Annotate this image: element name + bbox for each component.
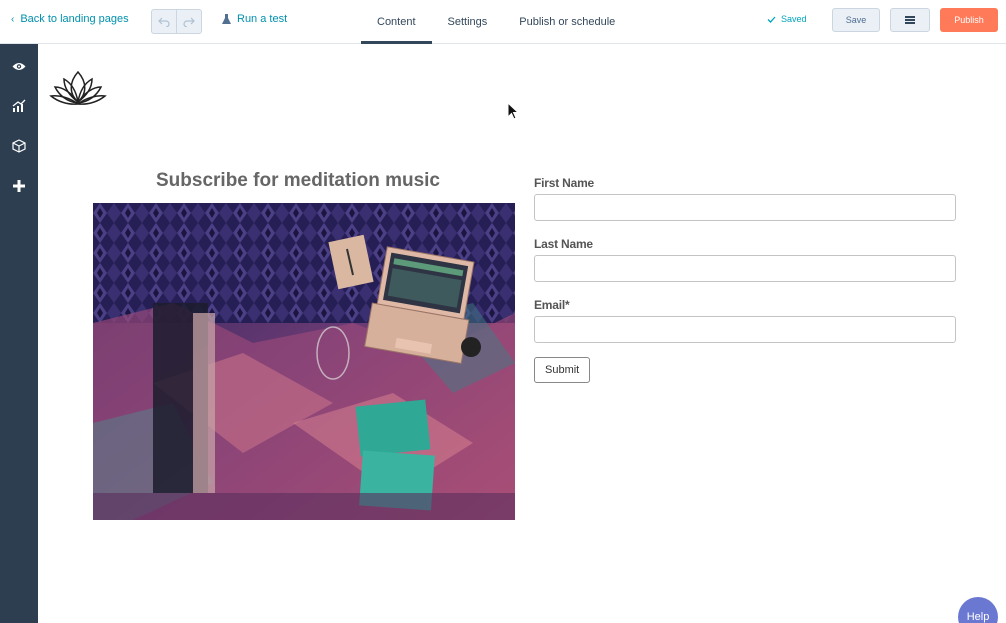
optimize-button[interactable] [0, 88, 38, 124]
saved-status: Saved [767, 14, 807, 24]
meditation-hero-image[interactable] [93, 203, 515, 520]
undo-redo-group [151, 9, 202, 34]
chevron-left-icon: ‹ [11, 13, 15, 25]
editor-tabs: Content Settings Publish or schedule [361, 0, 631, 44]
analytics-icon [12, 99, 26, 112]
editor-toolbar: ‹ Back to landing pages Run a test Conte… [0, 0, 1006, 44]
plus-icon [13, 180, 25, 192]
redo-icon [183, 17, 195, 27]
eye-icon [12, 62, 26, 70]
save-button[interactable]: Save [832, 8, 880, 32]
run-test-label: Run a test [237, 13, 288, 25]
publish-button[interactable]: Publish [940, 8, 998, 32]
saved-label: Saved [781, 14, 807, 24]
check-icon [767, 16, 776, 23]
page-headline[interactable]: Subscribe for meditation music [93, 170, 503, 192]
undo-button[interactable] [152, 10, 176, 33]
submit-button[interactable]: Submit [534, 357, 591, 383]
help-widget-button[interactable]: Help [958, 597, 998, 623]
back-to-landing-pages-link[interactable]: ‹ Back to landing pages [11, 13, 129, 25]
back-link-label: Back to landing pages [20, 13, 129, 25]
modules-button[interactable] [0, 128, 38, 164]
add-module-button[interactable] [0, 168, 38, 204]
preview-button[interactable] [0, 48, 38, 84]
run-a-test-button[interactable]: Run a test [222, 13, 287, 25]
tab-publish-or-schedule[interactable]: Publish or schedule [503, 0, 631, 44]
last-name-label: Last Name [534, 237, 593, 251]
email-label: Email* [534, 298, 570, 312]
flask-icon [222, 13, 231, 24]
hamburger-icon [905, 16, 915, 24]
mouse-cursor-icon [507, 102, 519, 120]
subscribe-form: First Name Last Name Email* Submit [534, 176, 956, 383]
redo-button[interactable] [176, 10, 201, 33]
left-sidebar [0, 44, 38, 623]
tab-content[interactable]: Content [361, 0, 432, 44]
lotus-logo[interactable] [48, 68, 108, 106]
first-name-field[interactable] [534, 194, 956, 221]
more-actions-button[interactable] [890, 8, 930, 32]
undo-icon [158, 17, 170, 27]
cube-icon [12, 139, 26, 153]
email-field[interactable] [534, 316, 956, 343]
first-name-label: First Name [534, 176, 595, 190]
last-name-field[interactable] [534, 255, 956, 282]
tab-settings[interactable]: Settings [432, 0, 504, 44]
